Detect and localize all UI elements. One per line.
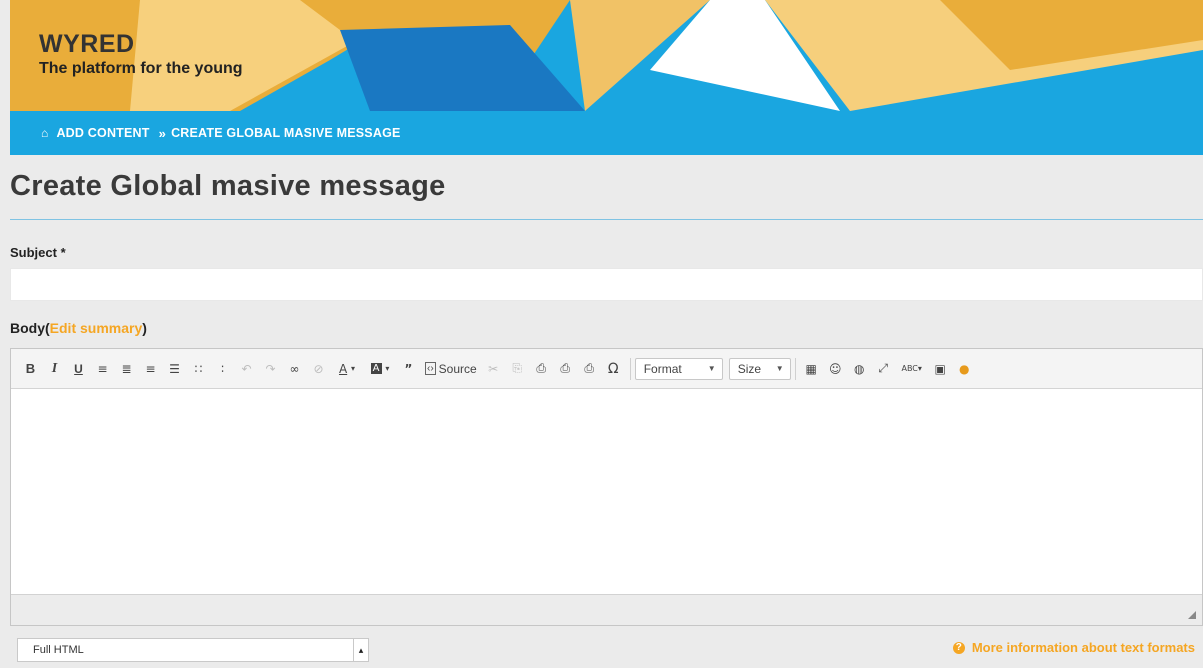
- rich-text-editor: B I U ≡ ≣ ≡ ☰ ∷ ∶ ↶ ↷ ∞ ⊘ A ▾ A ▾ ” ‹› S…: [10, 348, 1203, 626]
- toolbar-separator: [794, 357, 796, 380]
- edit-summary-link[interactable]: Edit summary: [50, 320, 143, 336]
- subject-input[interactable]: [10, 268, 1203, 301]
- align-justify-icon[interactable]: ☰: [163, 358, 186, 380]
- emoji-icon[interactable]: ●: [953, 358, 976, 380]
- copy-icon[interactable]: ⎘: [506, 358, 529, 380]
- body-label: Body(Edit summary): [10, 320, 147, 336]
- bulleted-list-icon[interactable]: ∷: [187, 358, 210, 380]
- align-right-icon[interactable]: ≡: [139, 358, 162, 380]
- text-format-select[interactable]: Full HTML ▴: [17, 638, 369, 662]
- chevron-down-icon: ▼: [775, 364, 784, 373]
- smiley-icon[interactable]: ☺: [824, 358, 847, 380]
- site-header: WYRED The platform for the young: [10, 0, 1203, 111]
- blockquote-icon[interactable]: ”: [397, 358, 420, 380]
- spellcheck-icon[interactable]: ABC ▾: [896, 358, 928, 380]
- source-icon: ‹›: [425, 362, 436, 375]
- align-center-icon[interactable]: ≣: [115, 358, 138, 380]
- source-button[interactable]: ‹› Source: [421, 358, 481, 380]
- source-label: Source: [438, 361, 477, 376]
- undo-icon[interactable]: ↶: [235, 358, 258, 380]
- cut-icon[interactable]: ✂: [482, 358, 505, 380]
- toolbar-separator: [629, 357, 631, 380]
- size-dropdown-label: Size: [737, 361, 762, 376]
- brand-tagline: The platform for the young: [39, 60, 243, 77]
- chevron-down-icon: ▼: [707, 364, 716, 373]
- special-character-icon[interactable]: Ω: [602, 358, 625, 380]
- editor-toolbar: B I U ≡ ≣ ≡ ☰ ∷ ∶ ↶ ↷ ∞ ⊘ A ▾ A ▾ ” ‹› S…: [11, 349, 1202, 389]
- background-color-icon[interactable]: A ▾: [364, 358, 396, 380]
- unlink-icon[interactable]: ⊘: [307, 358, 330, 380]
- required-marker: *: [60, 245, 66, 260]
- image-icon[interactable]: ▣: [929, 358, 952, 380]
- brand-name: WYRED: [39, 30, 135, 58]
- bold-button[interactable]: B: [19, 358, 42, 380]
- size-dropdown[interactable]: Size ▼: [728, 357, 791, 380]
- breadcrumb: ⌂ ADD CONTENT » CREATE GLOBAL MASIVE MES…: [10, 111, 1203, 155]
- subject-label: Subject *: [10, 245, 66, 260]
- editor-status-bar: [11, 594, 1202, 625]
- subject-label-text: Subject: [10, 245, 57, 260]
- numbered-list-icon[interactable]: ∶: [211, 358, 234, 380]
- editor-content-area[interactable]: [11, 389, 1202, 593]
- paste-icon[interactable]: ⎙: [530, 358, 553, 380]
- globe-icon[interactable]: ◍: [848, 358, 871, 380]
- body-label-text: Body: [10, 320, 45, 336]
- redo-icon[interactable]: ↷: [259, 358, 282, 380]
- title-divider: [10, 219, 1203, 220]
- brand[interactable]: WYRED The platform for the young: [39, 30, 243, 80]
- resize-handle-icon[interactable]: [1188, 611, 1196, 619]
- table-icon[interactable]: ▦: [800, 358, 823, 380]
- underline-button[interactable]: U: [67, 358, 90, 380]
- align-left-icon[interactable]: ≡: [91, 358, 114, 380]
- paren-close: ): [142, 320, 147, 336]
- text-color-icon[interactable]: A ▾: [331, 358, 363, 380]
- paste-text-icon[interactable]: ⎙: [554, 358, 577, 380]
- format-dropdown[interactable]: Format ▼: [634, 357, 723, 380]
- link-icon[interactable]: ∞: [283, 358, 306, 380]
- more-info-label: More information about text formats: [971, 640, 1195, 655]
- breadcrumb-current: CREATE GLOBAL MASIVE MESSAGE: [171, 126, 401, 140]
- text-format-value: Full HTML: [33, 644, 84, 656]
- breadcrumb-add-content[interactable]: ADD CONTENT: [56, 126, 149, 140]
- more-info-text-formats-link[interactable]: ? More information about text formats: [952, 640, 1195, 655]
- question-icon: ?: [952, 641, 965, 654]
- paste-word-icon[interactable]: ⎙: [578, 358, 601, 380]
- chevron-updown-icon: ▴: [353, 639, 368, 661]
- italic-button[interactable]: I: [43, 358, 66, 380]
- maximize-icon[interactable]: ⤢: [872, 358, 895, 380]
- page-title: Create Global masive message: [10, 170, 446, 202]
- format-dropdown-label: Format: [643, 361, 682, 376]
- home-icon[interactable]: ⌂: [41, 126, 48, 140]
- breadcrumb-separator: »: [158, 125, 167, 141]
